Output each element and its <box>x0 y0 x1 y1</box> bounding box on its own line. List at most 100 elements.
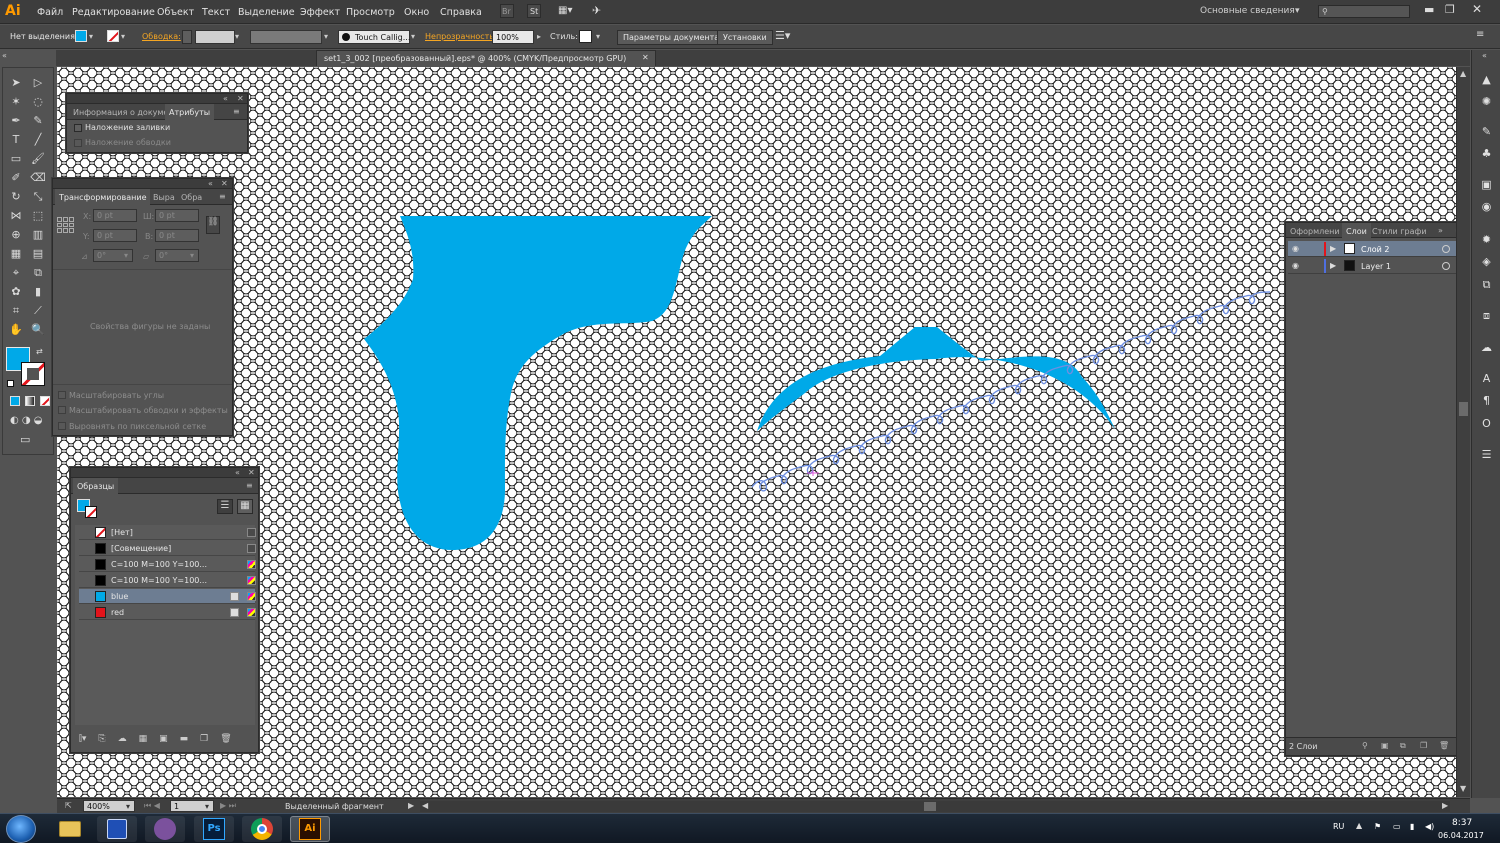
chevron-down-icon[interactable]: ▾ <box>324 33 328 41</box>
chevron-down-icon[interactable]: ▾ <box>235 33 239 41</box>
links-icon[interactable]: ⧈ <box>1479 308 1494 323</box>
taskbar-chrome[interactable] <box>242 816 282 842</box>
pen-tool-icon[interactable]: ✒ <box>7 112 25 129</box>
thumbnail-view-icon[interactable]: ▦ <box>237 499 253 514</box>
flag-icon[interactable]: ⚑ <box>1374 823 1381 831</box>
clipping-mask-icon[interactable]: ▣ <box>1381 742 1389 750</box>
layer-row-selected[interactable]: ◉ ▶ Слой 2 <box>1288 241 1464 257</box>
close-panel-icon[interactable]: ✕ <box>248 469 255 477</box>
list-view-icon[interactable]: ☰ <box>217 499 233 514</box>
eyedropper-icon[interactable]: ⌖ <box>7 264 25 281</box>
preferences-button[interactable]: Установки <box>717 30 773 45</box>
panel-menu-icon[interactable]: ≡ <box>233 108 240 116</box>
opacity-input[interactable]: 100% <box>492 30 534 44</box>
swap-colors-icon[interactable]: ⇄ <box>36 348 43 356</box>
panel-menu-icon[interactable]: ≡ <box>246 482 253 490</box>
color-guide-icon[interactable]: ▲ <box>1479 72 1494 87</box>
edit-swatch-icon[interactable]: ▣ <box>159 734 168 748</box>
chevron-down-icon[interactable]: ▾ <box>89 33 93 41</box>
stroke-swatch-preview[interactable] <box>85 506 97 518</box>
free-transform-icon[interactable]: ⬚ <box>29 207 47 224</box>
document-tab[interactable]: set1_3_002 [преобразованный].eps* @ 400%… <box>316 50 656 66</box>
collapse-icon[interactable]: « <box>235 469 240 477</box>
gradient-icon[interactable]: ▣ <box>1479 177 1494 192</box>
vertical-scrollbar[interactable]: ▲ ▼ <box>1456 67 1470 797</box>
expand-arrow-icon[interactable]: ▶ <box>1330 245 1336 253</box>
document-setup-button[interactable]: Параметры документа <box>617 30 726 45</box>
collapse-icon[interactable]: « <box>208 180 213 188</box>
taskbar-illustrator[interactable]: Ai <box>290 816 330 842</box>
new-layer-icon[interactable]: ❐ <box>1420 742 1427 750</box>
symbol-sprayer-icon[interactable]: ✿ <box>7 283 25 300</box>
expand-arrow-icon[interactable]: ▶ <box>1330 262 1336 270</box>
menu-object[interactable]: Объект <box>157 7 194 18</box>
chevron-down-icon[interactable]: ▾ <box>1295 7 1300 16</box>
overprint-stroke-checkbox[interactable] <box>74 139 82 147</box>
artboard-next-icon[interactable]: ▶ ⏭ <box>220 802 236 810</box>
artboard-nav-icon[interactable]: ⇱ <box>65 802 72 810</box>
reference-point-icon[interactable] <box>57 217 74 233</box>
swatch-row-selected[interactable]: blue <box>79 589 256 604</box>
stroke-weight-stepper[interactable] <box>182 30 192 44</box>
brushes-icon[interactable]: ✎ <box>1479 124 1494 139</box>
horizontal-scrollbar[interactable]: ◀ ▶ <box>420 801 1450 812</box>
variable-width-profile[interactable] <box>250 30 322 44</box>
column-graph-icon[interactable]: ▮ <box>29 283 47 300</box>
transparency-icon[interactable]: ◉ <box>1479 199 1494 214</box>
x-input[interactable]: 0 pt <box>93 209 137 222</box>
display-icon[interactable]: ▭ <box>1393 823 1401 831</box>
tray-expand-icon[interactable]: ▲ <box>1356 822 1362 830</box>
gradient-mode-icon[interactable] <box>25 396 35 406</box>
tab-attributes[interactable]: Атрибуты <box>165 104 215 120</box>
gradient-tool-icon[interactable]: ▤ <box>29 245 47 262</box>
tab-swatches[interactable]: Образцы <box>73 478 119 494</box>
target-icon[interactable] <box>1442 262 1450 270</box>
y-input[interactable]: 0 pt <box>93 229 137 242</box>
draw-mode-icon[interactable]: ◐ ◑ ◒ <box>10 416 43 426</box>
start-button[interactable] <box>6 815 36 843</box>
screen-mode-icon[interactable]: ▭ <box>20 434 30 445</box>
hand-tool-icon[interactable]: ✋ <box>7 321 25 338</box>
artboard-tool-icon[interactable]: ⌗ <box>7 302 25 319</box>
stock-button[interactable]: St <box>527 4 541 18</box>
swatch-row[interactable]: [Нет] <box>79 525 256 540</box>
artboard-prev-icon[interactable]: ⏮ ◀ <box>144 802 160 810</box>
tab-appearance[interactable]: Оформлени <box>1286 223 1344 239</box>
artboard-canvas[interactable] <box>57 67 1456 797</box>
tab-document-info[interactable]: Информация о докуме <box>69 104 172 120</box>
layers-icon[interactable]: ◈ <box>1479 254 1494 269</box>
tab-graphic-styles[interactable]: Стили графи <box>1368 223 1431 239</box>
chevron-down-icon[interactable]: ▾ <box>205 803 209 811</box>
appearance-icon[interactable]: ✹ <box>1479 232 1494 247</box>
cc-libraries-icon[interactable]: ☁ <box>1479 340 1494 355</box>
direct-selection-tool-icon[interactable]: ▷ <box>29 74 47 91</box>
scale-strokes-checkbox[interactable] <box>58 406 66 414</box>
taskbar-explorer[interactable] <box>50 816 90 842</box>
workspace-switcher[interactable]: Основные сведения <box>1200 7 1295 16</box>
w-input[interactable]: 0 pt <box>155 209 199 222</box>
line-tool-icon[interactable]: ╱ <box>29 131 47 148</box>
align-options-icon[interactable]: ☰▾ <box>775 30 790 41</box>
paragraph-icon[interactable]: ¶ <box>1479 393 1494 408</box>
visibility-eye-icon[interactable]: ◉ <box>1292 262 1299 270</box>
volume-icon[interactable]: ◀) <box>1425 823 1434 831</box>
mesh-tool-icon[interactable]: ▦ <box>7 245 25 262</box>
trash-icon[interactable]: 🗑 <box>220 734 231 748</box>
taskbar-save[interactable] <box>97 816 137 842</box>
restore-icon[interactable]: ❐ <box>1445 4 1455 15</box>
stroke-color-box[interactable] <box>21 362 45 386</box>
rotate-tool-icon[interactable]: ↻ <box>7 188 25 205</box>
rectangle-tool-icon[interactable]: ▭ <box>7 150 25 167</box>
width-tool-icon[interactable]: ⋈ <box>7 207 25 224</box>
minimize-icon[interactable]: ▬ <box>1424 4 1434 15</box>
menu-effect[interactable]: Эффект <box>300 7 340 18</box>
clock-date[interactable]: 06.04.2017 <box>1438 832 1484 840</box>
status-menu-icon[interactable]: ▶ <box>408 802 414 810</box>
navigator-icon[interactable]: ✺ <box>1479 94 1494 109</box>
chevron-down-icon[interactable]: ▾ <box>121 33 125 41</box>
tab-pathfinder[interactable]: Обра <box>177 189 206 205</box>
symbols-icon[interactable]: ♣ <box>1479 146 1494 161</box>
close-panel-icon[interactable]: ✕ <box>237 95 244 103</box>
scale-tool-icon[interactable]: ⤡ <box>29 188 47 205</box>
shape-builder-icon[interactable]: ⊕ <box>7 226 25 243</box>
